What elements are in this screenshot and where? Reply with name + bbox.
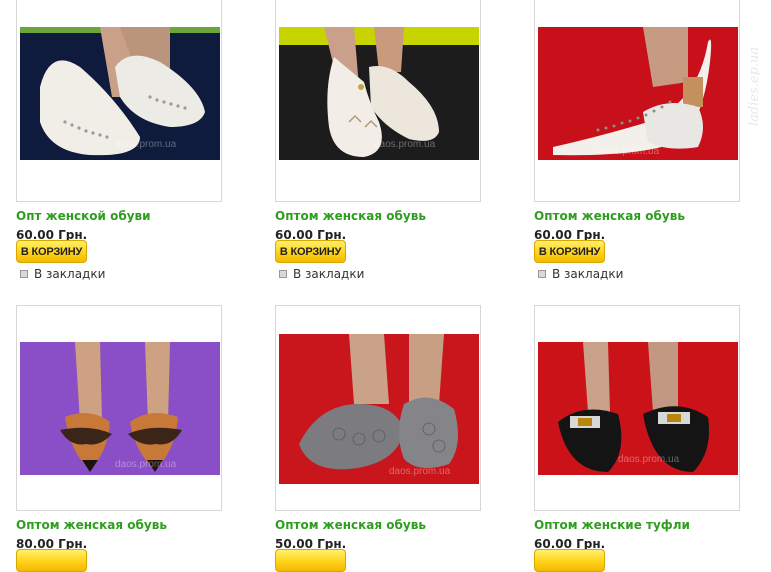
product-photo[interactable]: daos.prom.ua xyxy=(279,334,479,484)
add-bookmark-link[interactable]: В закладки xyxy=(538,267,623,281)
add-to-cart-button[interactable] xyxy=(275,549,346,572)
product-image-frame[interactable]: daos.prom.ua xyxy=(534,305,740,511)
bookmark-label: В закладки xyxy=(34,267,106,281)
add-bookmark-link[interactable]: В закладки xyxy=(279,267,364,281)
product-photo[interactable]: daos.prom.ua xyxy=(538,342,738,475)
add-to-cart-button[interactable]: В КОРЗИНУ xyxy=(275,240,346,263)
bookmark-label: В закладки xyxy=(293,267,365,281)
photo-watermark: daos.prom.ua xyxy=(374,139,436,150)
product-photo[interactable]: daos.prom.ua xyxy=(279,27,479,160)
add-to-cart-button[interactable]: В КОРЗИНУ xyxy=(534,240,605,263)
photo-watermark: daos.prom.ua xyxy=(618,454,680,465)
product-title-link[interactable]: Оптом женская обувь xyxy=(275,209,426,223)
product-title-link[interactable]: Оптом женская обувь xyxy=(275,518,426,532)
product-photo[interactable]: daos.prom.ua xyxy=(20,27,220,160)
bookmark-icon xyxy=(20,270,28,278)
product-photo[interactable]: daos.prom.ua xyxy=(20,342,220,475)
product-title-link[interactable]: Оптом женская обувь xyxy=(534,209,685,223)
photo-watermark: daos.prom.ua xyxy=(115,459,177,470)
product-image-frame[interactable]: daos.prom.ua xyxy=(16,305,222,511)
photo-watermark: daos.prom.ua xyxy=(115,139,177,150)
photo-watermark: daos.prom.ua xyxy=(389,466,451,477)
product-image-frame[interactable]: daos.prom.ua xyxy=(534,0,740,202)
product-image-frame[interactable]: daos.prom.ua xyxy=(275,305,481,511)
bookmark-label: В закладки xyxy=(552,267,624,281)
add-bookmark-link[interactable]: В закладки xyxy=(20,267,105,281)
product-photo[interactable]: daos.prom.ua xyxy=(538,27,738,160)
photo-watermark: daos.prom.ua xyxy=(598,146,660,157)
site-watermark: ladies.ep.ua xyxy=(747,46,762,126)
product-title-link[interactable]: Опт женской обуви xyxy=(16,209,151,223)
bookmark-icon xyxy=(279,270,287,278)
product-image-frame[interactable]: daos.prom.ua xyxy=(275,0,481,202)
bookmark-icon xyxy=(538,270,546,278)
product-grid: daos.prom.ua Опт женской обуви 60.00 Грн… xyxy=(0,0,771,572)
product-title-link[interactable]: Оптом женские туфли xyxy=(534,518,690,532)
product-title-link[interactable]: Оптом женская обувь xyxy=(16,518,167,532)
add-to-cart-button[interactable]: В КОРЗИНУ xyxy=(16,240,87,263)
add-to-cart-button[interactable] xyxy=(534,549,605,572)
add-to-cart-button[interactable] xyxy=(16,549,87,572)
product-image-frame[interactable]: daos.prom.ua xyxy=(16,0,222,202)
